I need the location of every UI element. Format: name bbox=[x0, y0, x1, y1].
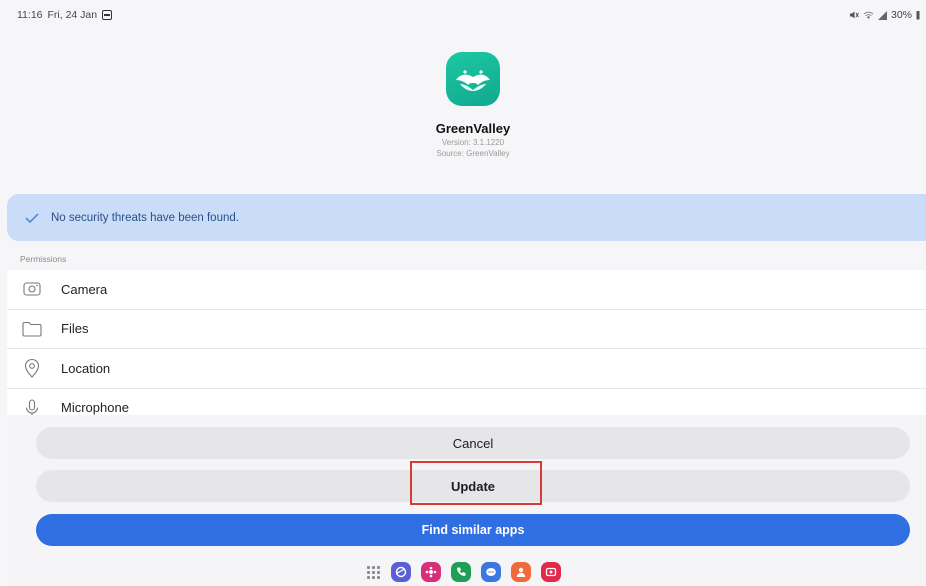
app-version: Version: 3.1.1220 bbox=[441, 138, 505, 147]
security-message: No security threats have been found. bbox=[51, 211, 239, 224]
app-source: Source: GreenValley bbox=[436, 149, 510, 158]
check-icon bbox=[25, 213, 39, 223]
signal-icon bbox=[877, 10, 887, 20]
greenvalley-app-icon bbox=[446, 52, 500, 106]
status-right: 30% bbox=[849, 9, 920, 21]
folder-icon bbox=[21, 318, 43, 340]
permission-item-microphone: Microphone bbox=[7, 389, 926, 415]
messages-icon[interactable] bbox=[481, 562, 501, 582]
battery-icon bbox=[916, 11, 920, 20]
app-name: GreenValley bbox=[435, 121, 511, 136]
app-header: GreenValley Version: 3.1.1220 Source: Gr… bbox=[0, 52, 926, 158]
status-date: Fri, 24 Jan bbox=[47, 9, 98, 21]
permissions-heading: Permissions bbox=[20, 254, 67, 264]
phone-icon[interactable] bbox=[451, 562, 471, 582]
camera-icon bbox=[21, 278, 43, 300]
security-status-banner: No security threats have been found. bbox=[7, 194, 926, 241]
notification-icon bbox=[102, 10, 113, 20]
permission-item-files: Files bbox=[7, 310, 926, 349]
location-pin-icon bbox=[21, 357, 43, 379]
update-button[interactable]: Update bbox=[36, 470, 910, 502]
permission-label: Microphone bbox=[61, 400, 129, 415]
internet-icon[interactable] bbox=[391, 562, 411, 582]
status-left: 11:16 Fri, 24 Jan bbox=[17, 9, 113, 21]
status-time: 11:16 bbox=[17, 9, 43, 21]
taskbar-dock bbox=[0, 559, 926, 585]
permission-item-camera: Camera bbox=[7, 270, 926, 310]
battery-level: 30% bbox=[890, 9, 912, 21]
permissions-list: Camera Files Location Microphone bbox=[7, 270, 926, 415]
cancel-button[interactable]: Cancel bbox=[36, 427, 910, 459]
status-bar: 11:16 Fri, 24 Jan 30% bbox=[0, 0, 926, 30]
galaxy-store-icon[interactable] bbox=[421, 562, 441, 582]
find-similar-apps-button[interactable]: Find similar apps bbox=[36, 514, 910, 546]
permission-label: Files bbox=[61, 321, 89, 337]
app-drawer-icon[interactable] bbox=[365, 564, 381, 580]
permission-label: Location bbox=[61, 360, 111, 376]
contacts-icon[interactable] bbox=[511, 562, 531, 582]
microphone-icon bbox=[21, 397, 43, 415]
mute-icon bbox=[849, 11, 859, 19]
permission-label: Camera bbox=[61, 281, 108, 297]
screen-recorder-icon[interactable] bbox=[541, 562, 561, 582]
permission-item-location: Location bbox=[7, 349, 926, 389]
wifi-icon bbox=[863, 11, 874, 19]
